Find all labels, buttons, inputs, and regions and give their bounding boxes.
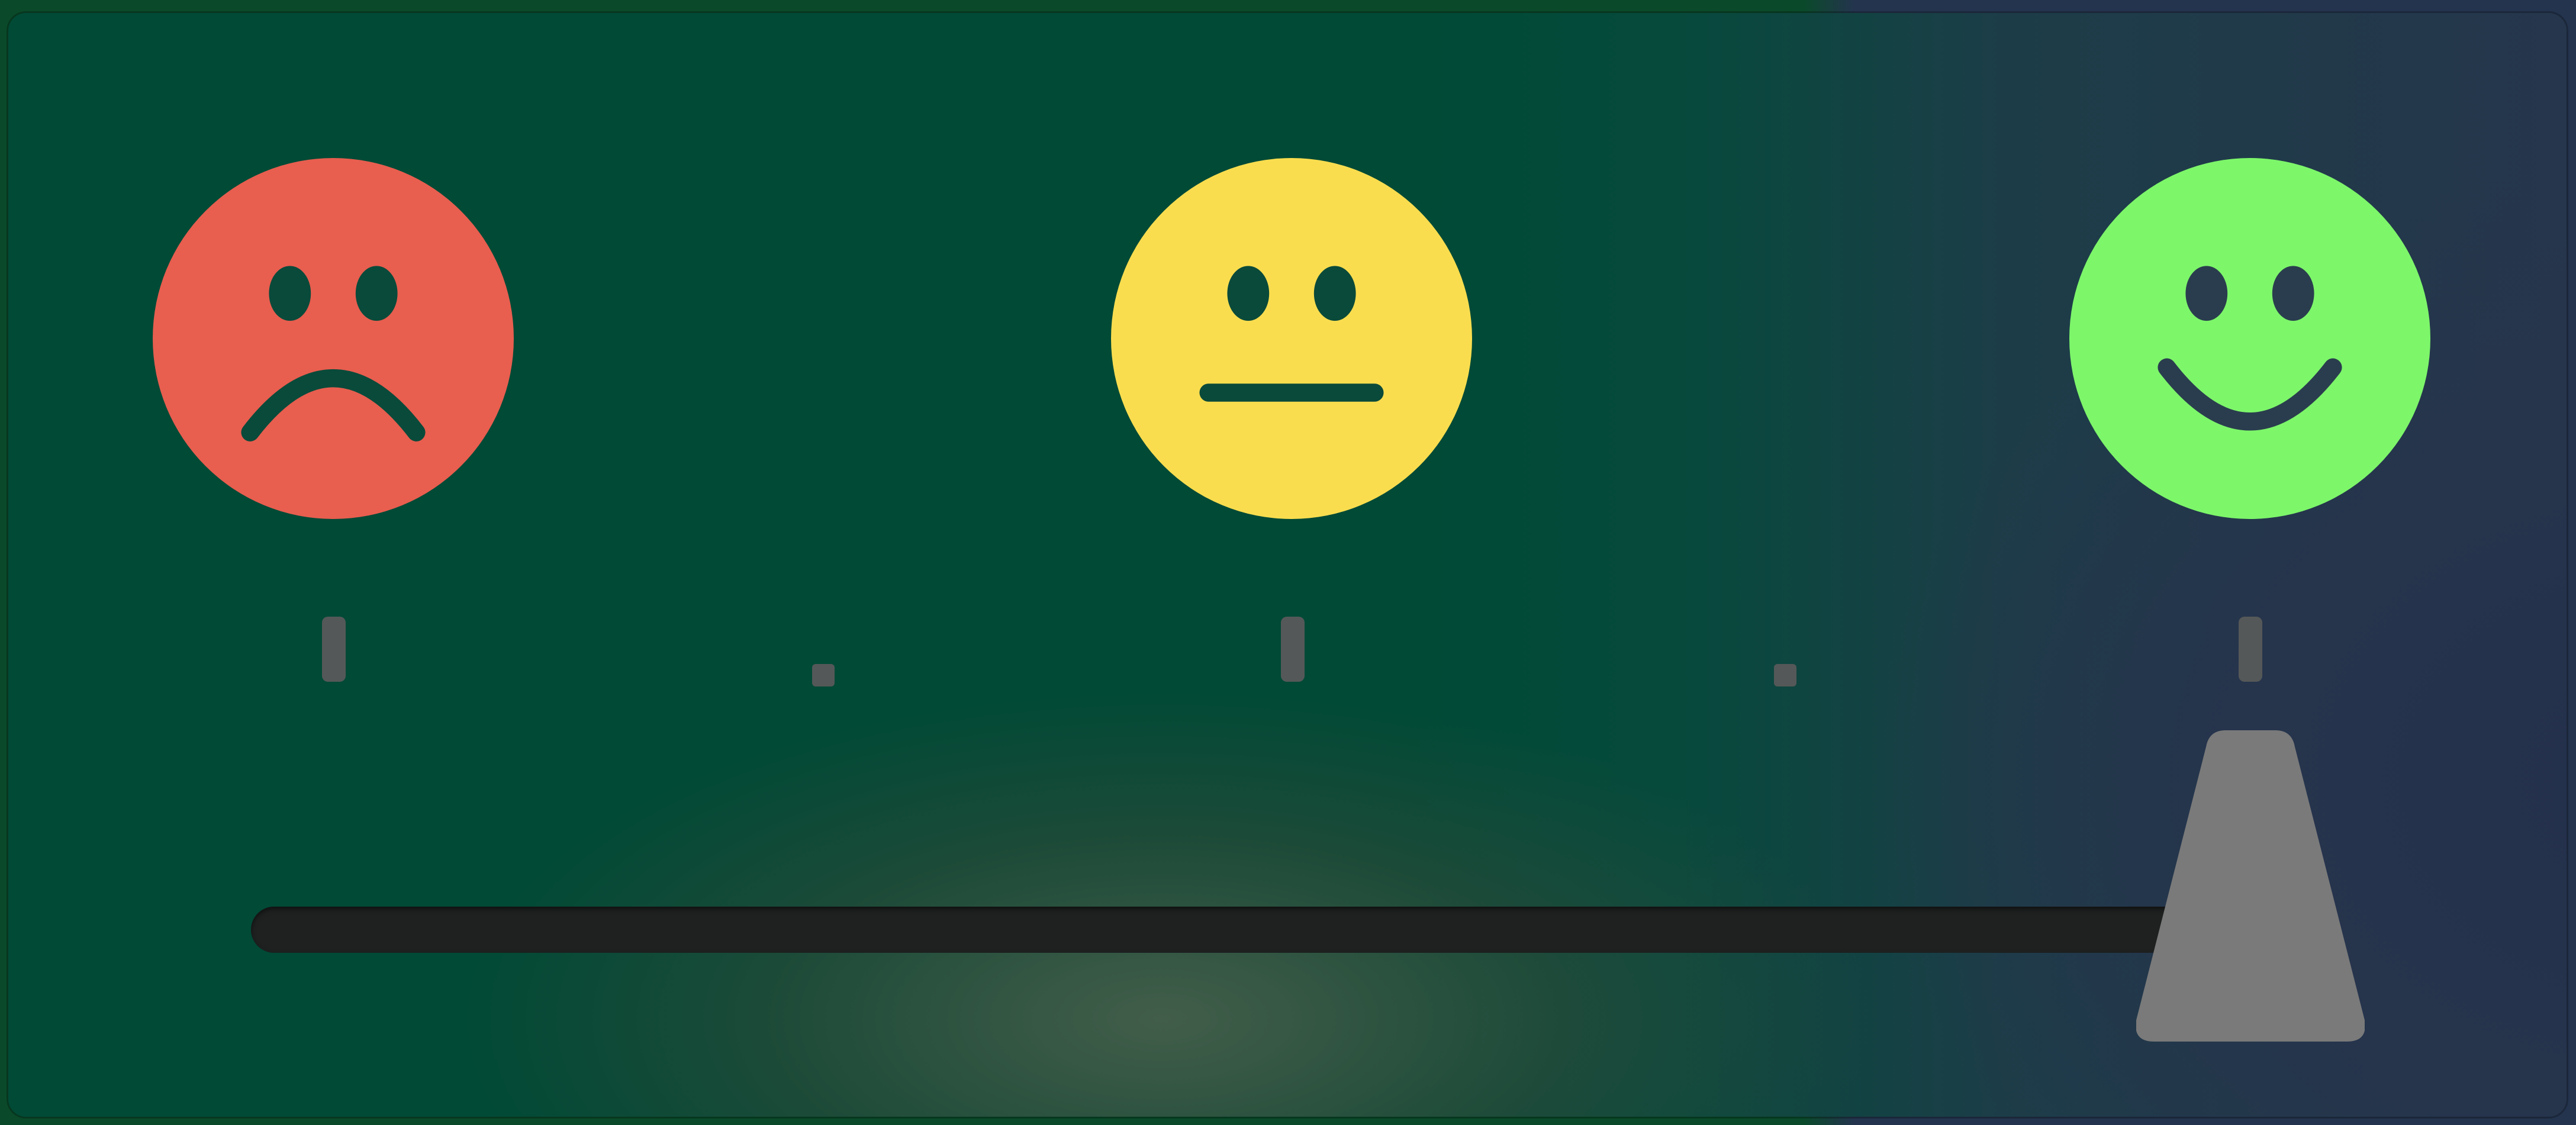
screen xyxy=(0,0,2576,1125)
slider-track[interactable] xyxy=(251,907,2275,953)
slider-thumb[interactable] xyxy=(2136,730,2365,1042)
tick-mark-2 xyxy=(812,664,835,686)
neutral-face-icon[interactable] xyxy=(1111,158,1472,519)
sad-face-icon[interactable] xyxy=(153,158,514,519)
satisfaction-popover xyxy=(8,13,2567,1117)
tick-mark-5 xyxy=(2239,617,2262,682)
happy-face-icon[interactable] xyxy=(2069,158,2430,519)
tick-mark-4 xyxy=(1774,664,1796,686)
tick-mark-3 xyxy=(1281,617,1305,682)
tick-mark-1 xyxy=(322,617,346,682)
popover-arrow xyxy=(1228,13,1382,37)
